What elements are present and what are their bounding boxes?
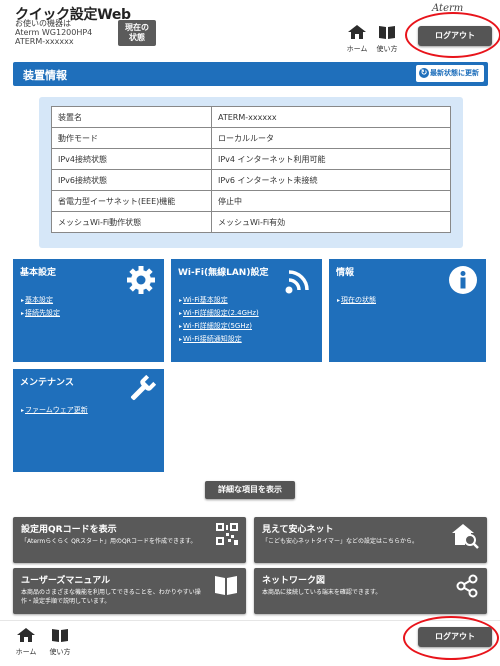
tile-title: 基本設定: [20, 268, 57, 278]
status-button-line1: 現在の: [125, 23, 149, 32]
device-info-header: 装置情報 ↻ 最新状態に更新: [13, 62, 488, 86]
device-name: ATERM-xxxxxx: [15, 37, 74, 46]
table-row: IPv4接続状態 IPv4 インターネット利用可能: [51, 148, 451, 170]
home-icon: [17, 628, 35, 642]
shortcut-mieru-net[interactable]: 見えて安心ネット 「こども安心ネットタイマー」などの設定はこちらから。: [254, 517, 487, 563]
howto-label: 使い方: [49, 648, 71, 656]
refresh-icon: ↻: [419, 68, 429, 78]
current-status-button[interactable]: 現在の 状態: [118, 20, 156, 46]
home-label: ホーム: [346, 45, 368, 53]
highlight-ring-bottom: [403, 616, 499, 660]
maintenance-links: ファームウェア更新: [21, 404, 88, 417]
table-row: 動作モード ローカルルータ: [51, 127, 451, 149]
info-links: 現在の状態: [337, 294, 376, 307]
book-icon: [379, 26, 395, 39]
howto-label: 使い方: [376, 45, 398, 53]
tile-title: メンテナンス: [20, 378, 74, 388]
info-value: ローカルルータ: [211, 127, 451, 149]
home-link[interactable]: ホーム: [345, 24, 369, 54]
info-icon: [449, 266, 477, 294]
qr-code-icon: [216, 523, 238, 545]
header: クイック設定Web お使いの機器は Aterm WG1200HP4 ATERM-…: [0, 0, 500, 58]
info-key: IPv6接続状態: [51, 169, 212, 191]
tile-information: 情報 現在の状態: [329, 259, 486, 362]
info-key: 装置名: [51, 106, 212, 128]
home-icon: [348, 25, 366, 39]
basic-settings-links: 基本設定 接続先設定: [21, 294, 60, 320]
shortcut-desc: 本商品のさまざまな機能を利用してできることを、わかりやすい操 作・設定手順で説明…: [21, 588, 201, 606]
wrench-icon: [130, 375, 156, 401]
shortcut-desc: 本商品に接続している端末を確認できます。: [262, 589, 382, 596]
device-info-table: 装置名 ATERM-xxxxxx 動作モード ローカルルータ IPv4接続状態 …: [51, 106, 451, 233]
book-icon: [52, 629, 68, 642]
table-row: 省電力型イーサネット(EEE)機能 停止中: [51, 190, 451, 212]
tile-wifi-settings: Wi-Fi(無線LAN)設定 Wi-Fi基本設定 Wi-Fi詳細設定(2.4GH…: [171, 259, 322, 362]
shortcut-user-manual[interactable]: ユーザーズマニュアル 本商品のさまざまな機能を利用してできることを、わかりやすい…: [13, 568, 246, 614]
table-row: IPv6接続状態 IPv6 インターネット未接続: [51, 169, 451, 191]
howto-link[interactable]: 使い方: [375, 24, 399, 54]
status-button-line2: 状態: [129, 33, 145, 42]
house-search-icon: [452, 524, 479, 549]
shortcut-title: 設定用QRコードを表示: [21, 525, 117, 535]
refresh-button[interactable]: ↻ 最新状態に更新: [416, 65, 484, 82]
share-icon: [456, 574, 478, 598]
link-basic-settings[interactable]: 基本設定: [21, 294, 60, 307]
wifi-settings-links: Wi-Fi基本設定 Wi-Fi詳細設定(2.4GHz) Wi-Fi詳細設定(5G…: [179, 294, 259, 346]
shortcut-title: 見えて安心ネット: [262, 525, 334, 535]
device-info-title: 装置情報: [23, 69, 67, 82]
info-key: IPv4接続状態: [51, 148, 212, 170]
info-value: ATERM-xxxxxx: [211, 106, 451, 128]
link-connection-settings[interactable]: 接続先設定: [21, 307, 60, 320]
shortcut-title: ユーザーズマニュアル: [21, 576, 111, 586]
refresh-label: 最新状態に更新: [430, 69, 479, 77]
link-wifi-basic[interactable]: Wi-Fi基本設定: [179, 294, 259, 307]
footer-home-link[interactable]: ホーム: [14, 627, 38, 657]
info-key: 動作モード: [51, 127, 212, 149]
wifi-icon: [285, 270, 309, 294]
tile-maintenance: メンテナンス ファームウェア更新: [13, 369, 164, 472]
device-caption: お使いの機器は Aterm WG1200HP4 ATERM-xxxxxx: [15, 19, 92, 46]
shortcut-desc: 「こども安心ネットタイマー」などの設定はこちらから。: [262, 538, 419, 545]
info-value: 停止中: [211, 190, 451, 212]
info-key: メッシュWi-Fi動作状態: [51, 211, 212, 233]
device-model: Aterm WG1200HP4: [15, 28, 93, 37]
book-icon: [215, 576, 237, 595]
link-current-status[interactable]: 現在の状態: [337, 294, 376, 307]
shortcut-network-map[interactable]: ネットワーク図 本商品に接続している端末を確認できます。: [254, 568, 487, 614]
link-wifi-notify[interactable]: Wi-Fi接続通知設定: [179, 333, 259, 346]
link-wifi-detail-5[interactable]: Wi-Fi詳細設定(5GHz): [179, 320, 259, 333]
info-value: IPv6 インターネット未接続: [211, 169, 451, 191]
table-row: メッシュWi-Fi動作状態 メッシュWi-Fi有効: [51, 211, 451, 233]
gear-icon: [127, 266, 155, 294]
shortcut-desc-line: 作・設定手順で説明しています。: [21, 598, 111, 605]
show-detail-button[interactable]: 詳細な項目を表示: [205, 481, 295, 499]
tile-title: Wi-Fi(無線LAN)設定: [178, 268, 269, 278]
info-key: 省電力型イーサネット(EEE)機能: [51, 190, 212, 212]
shortcut-desc: 「Atermらくらく QRスタート」用のQRコードを作成できます。: [21, 538, 197, 545]
link-wifi-detail-24[interactable]: Wi-Fi詳細設定(2.4GHz): [179, 307, 259, 320]
tile-basic-settings: 基本設定 基本設定 接続先設定: [13, 259, 164, 362]
shortcut-desc-line: 本商品のさまざまな機能を利用してできることを、わかりやすい操: [21, 589, 201, 596]
device-caption-line: お使いの機器は: [15, 19, 71, 28]
tile-title: 情報: [336, 268, 355, 278]
highlight-ring-top: [405, 12, 500, 58]
home-label: ホーム: [15, 648, 37, 656]
device-info-panel: 装置名 ATERM-xxxxxx 動作モード ローカルルータ IPv4接続状態 …: [39, 97, 463, 248]
link-firmware-update[interactable]: ファームウェア更新: [21, 404, 88, 417]
footer-howto-link[interactable]: 使い方: [48, 627, 72, 657]
info-value: IPv4 インターネット利用可能: [211, 148, 451, 170]
shortcut-title: ネットワーク図: [262, 576, 326, 586]
table-row: 装置名 ATERM-xxxxxx: [51, 106, 451, 128]
shortcut-qr-code[interactable]: 設定用QRコードを表示 「Atermらくらく QRスタート」用のQRコードを作成…: [13, 517, 246, 563]
info-value: メッシュWi-Fi有効: [211, 211, 451, 233]
